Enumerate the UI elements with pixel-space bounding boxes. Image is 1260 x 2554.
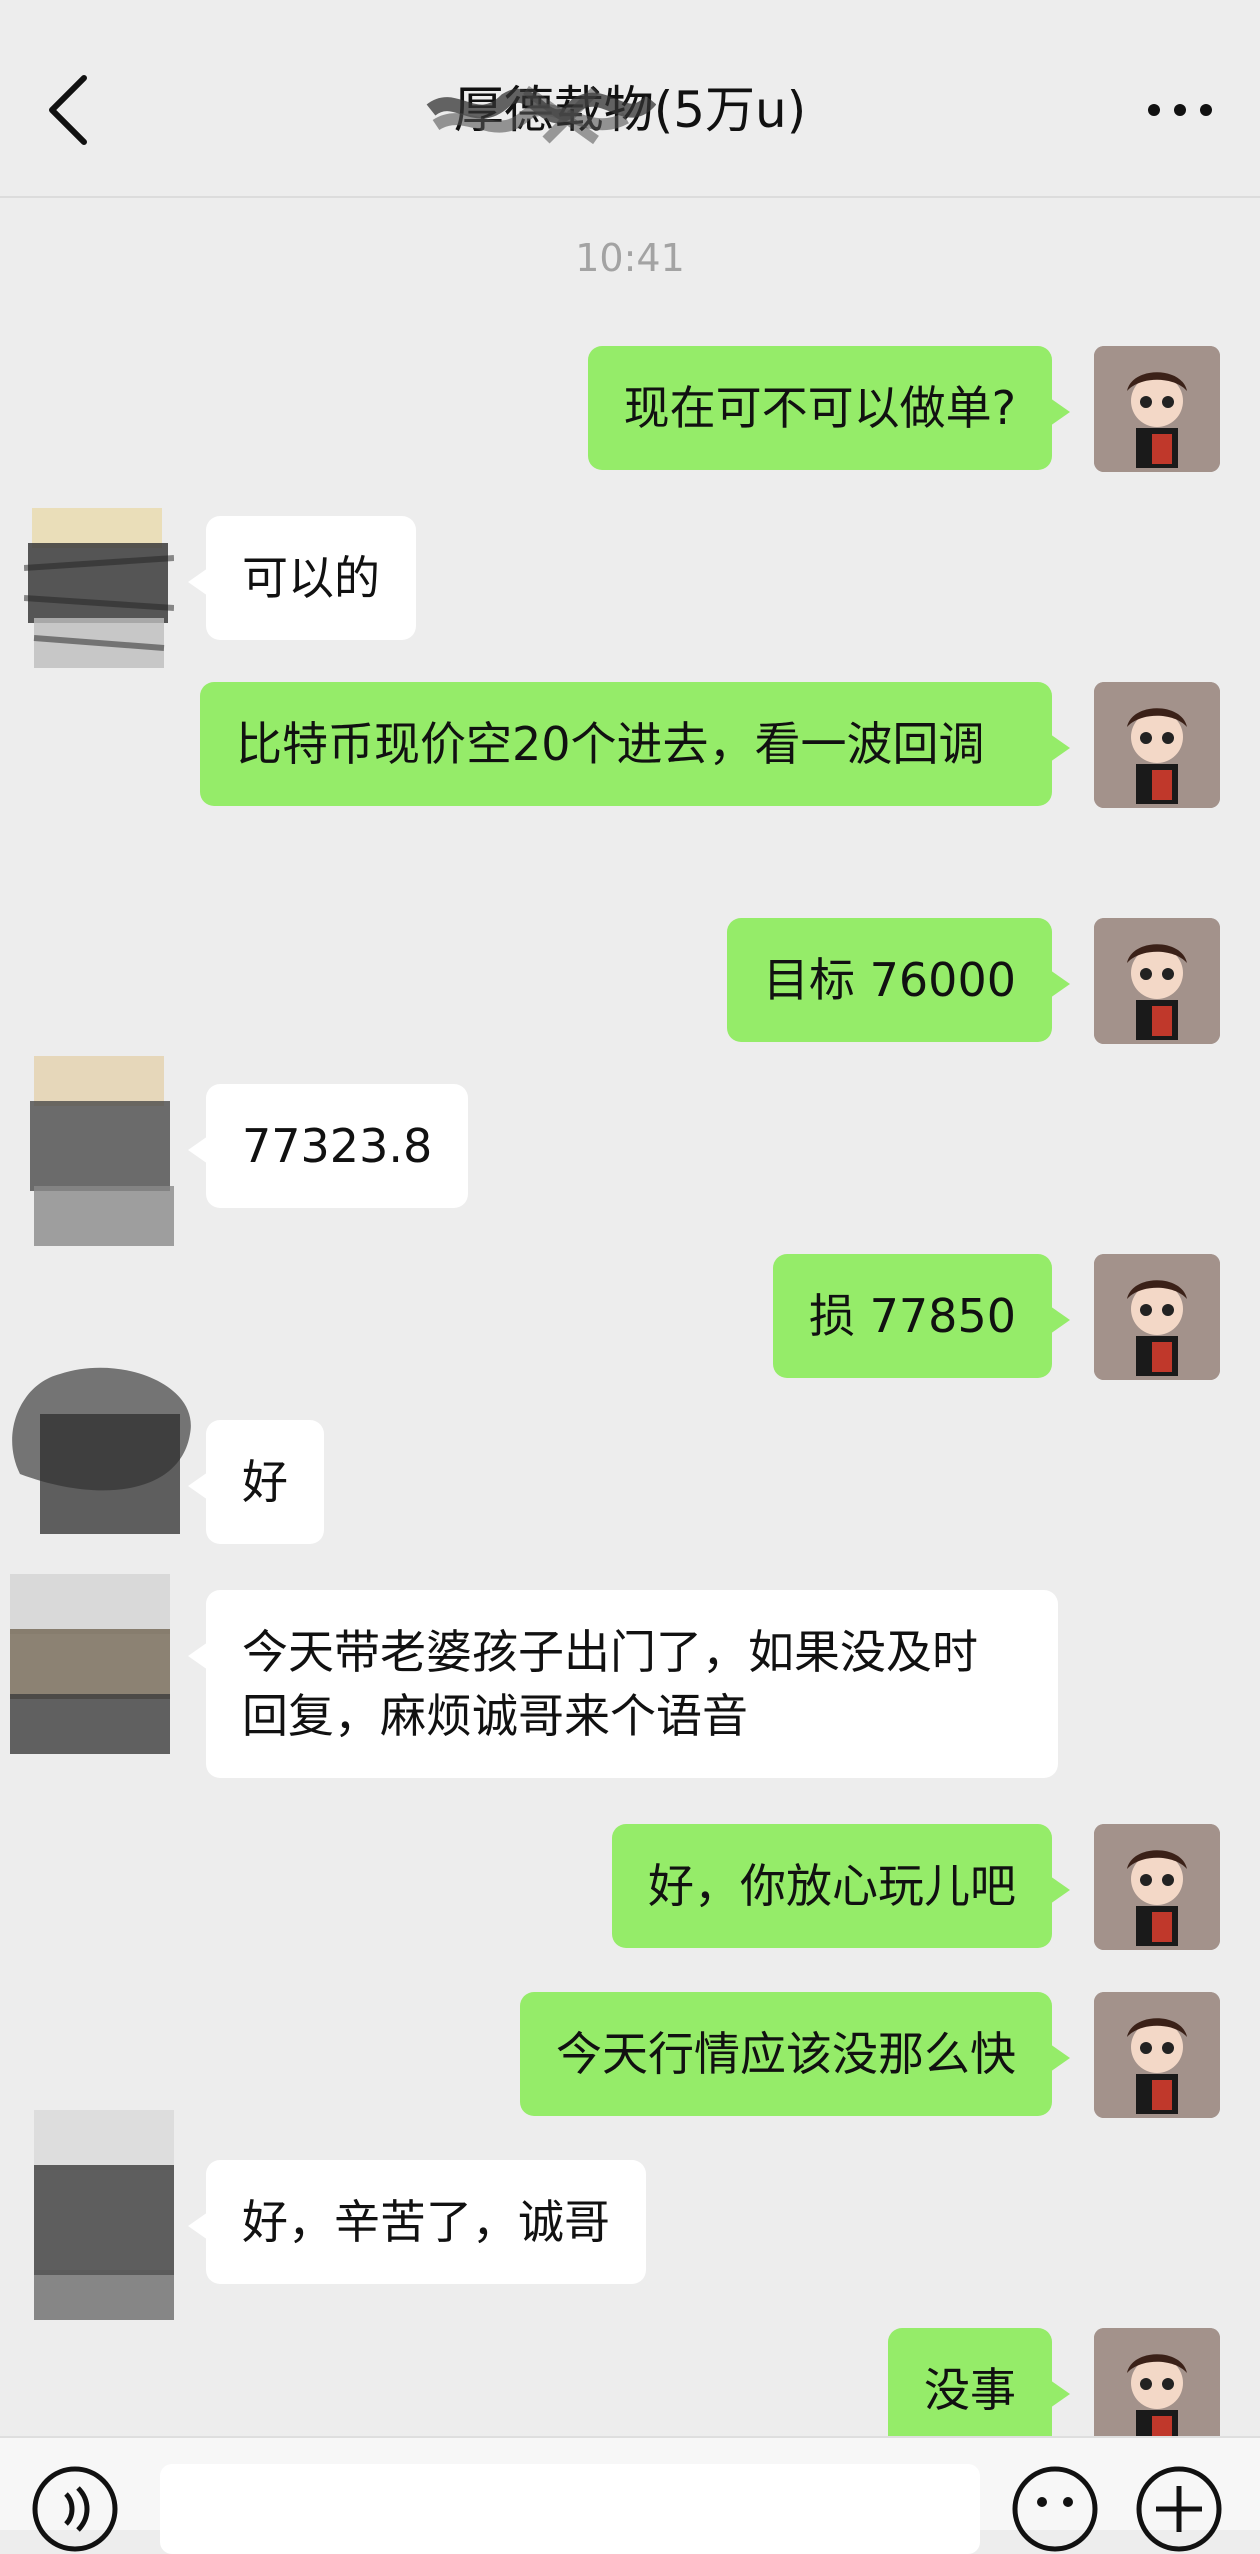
contact-avatar-redacted[interactable] xyxy=(0,1354,191,1534)
contact-avatar-redacted[interactable] xyxy=(24,2100,174,2320)
message-timestamp: 10:41 xyxy=(575,236,685,280)
message-bubble-sent[interactable]: 现在可不可以做单? xyxy=(587,346,1071,470)
message-bubble-sent[interactable]: 没事 xyxy=(888,2328,1070,2452)
message-bubble-sent[interactable]: 目标 76000 xyxy=(727,918,1070,1042)
chat-input-bar xyxy=(0,2436,1260,2554)
message-bubble-received[interactable]: 77323.8 xyxy=(187,1084,469,1208)
my-avatar[interactable] xyxy=(1094,1824,1220,1950)
voice-icon[interactable] xyxy=(30,2464,120,2554)
message-bubble-received[interactable]: 今天带老婆孩子出门了，如果没及时回复，麻烦诚哥来个语音 xyxy=(188,1590,1058,1778)
message-bubble-received[interactable]: 好 xyxy=(188,1420,324,1544)
my-avatar[interactable] xyxy=(1094,918,1220,1044)
my-avatar[interactable] xyxy=(1094,1254,1220,1380)
plus-icon[interactable] xyxy=(1134,2464,1224,2554)
my-avatar[interactable] xyxy=(1094,682,1220,808)
message-input[interactable] xyxy=(160,2464,980,2554)
message-bubble-sent[interactable]: 比特币现价空20个进去，看一波回调 xyxy=(200,682,1070,806)
ellipsis-icon[interactable] xyxy=(1140,80,1220,140)
message-bubble-received[interactable]: 可以的 xyxy=(188,516,416,640)
contact-avatar-redacted[interactable] xyxy=(24,1046,174,1246)
chat-header: 厚德载物(5万u) xyxy=(0,0,1260,198)
redaction-scribble xyxy=(426,85,656,145)
contact-avatar-redacted[interactable] xyxy=(0,1574,170,1754)
message-bubble-sent[interactable]: 损 77850 xyxy=(773,1254,1070,1378)
my-avatar[interactable] xyxy=(1094,1992,1220,2118)
message-bubble-sent[interactable]: 好，你放心玩儿吧 xyxy=(612,1824,1070,1948)
contact-avatar-redacted[interactable] xyxy=(23,488,175,668)
my-avatar[interactable] xyxy=(1094,346,1220,472)
message-bubble-received[interactable]: 好，辛苦了，诚哥 xyxy=(188,2160,646,2284)
emoji-icon[interactable] xyxy=(1010,2464,1100,2554)
message-bubble-sent[interactable]: 今天行情应该没那么快 xyxy=(520,1992,1070,2116)
